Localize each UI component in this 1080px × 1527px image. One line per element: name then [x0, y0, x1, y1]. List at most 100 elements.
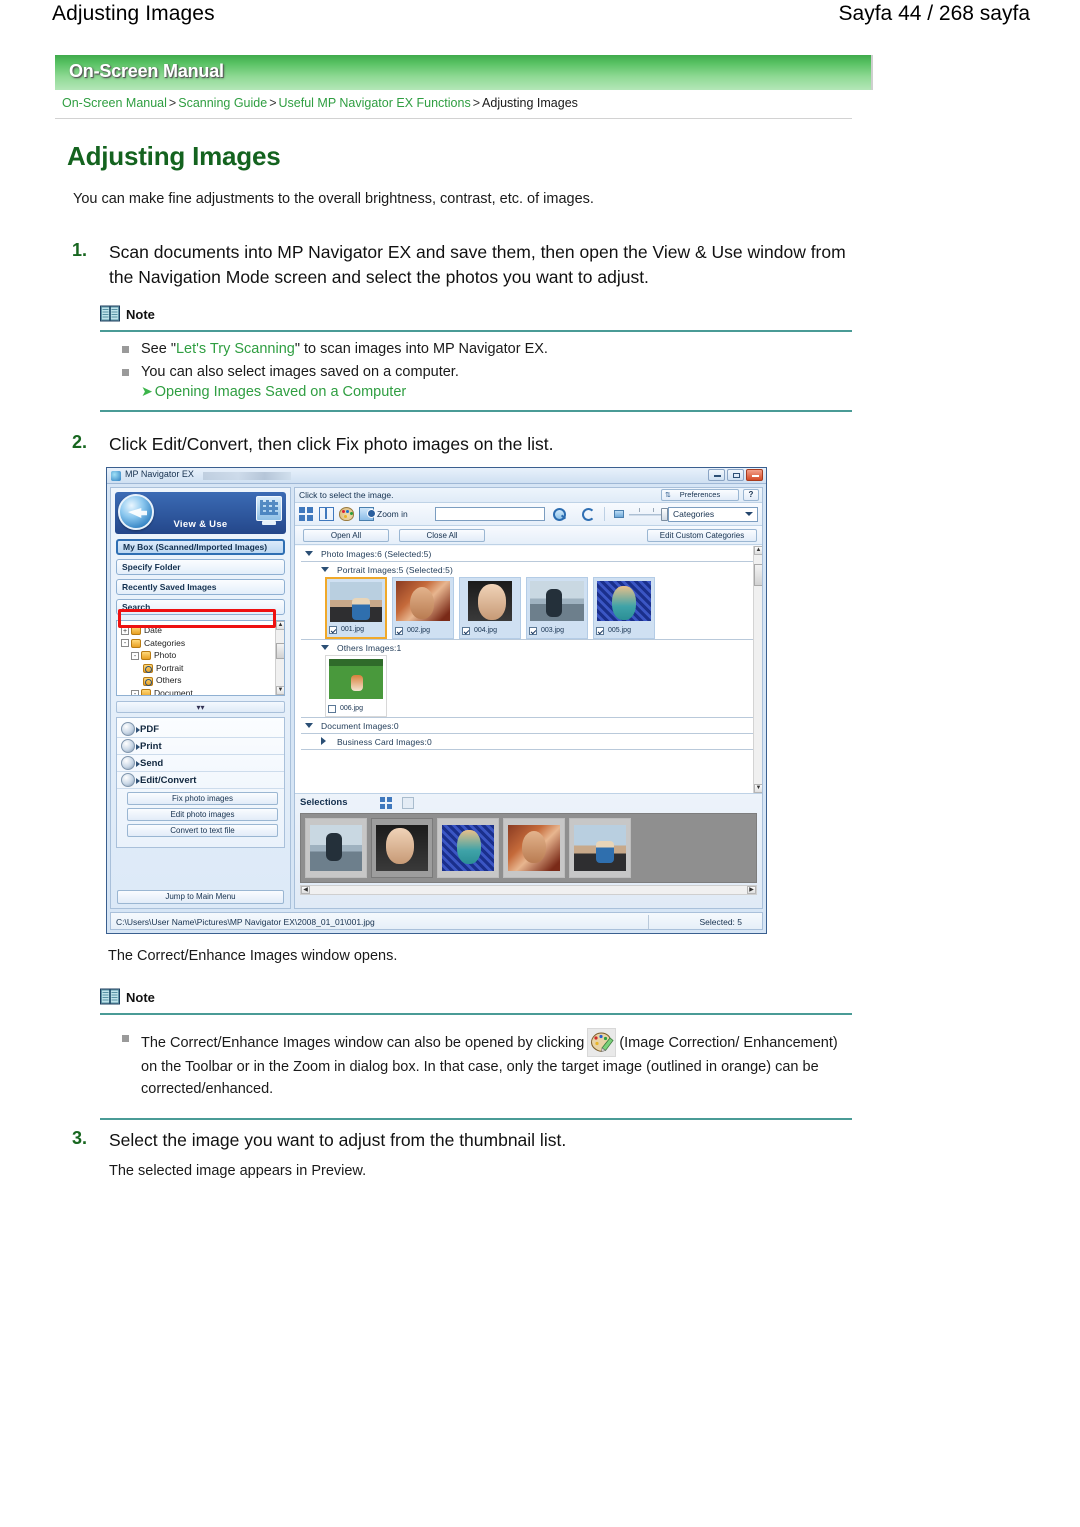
note-bullet-2: You can also select images saved on a co… [122, 362, 852, 384]
zoom-in-icon[interactable] [359, 507, 376, 521]
minimize-button[interactable] [708, 469, 725, 481]
menu-label: Print [140, 740, 162, 752]
maximize-button[interactable] [727, 469, 744, 481]
list-scrollbar[interactable]: ▲ ▼ [753, 546, 762, 793]
group-divider [301, 749, 756, 750]
breadcrumb: On-Screen Manual > Scanning Guide > Useful M… [62, 96, 862, 110]
triangle-down-icon[interactable] [321, 567, 329, 572]
breadcrumb-item-2[interactable]: Useful MP Navigator EX Functions [279, 96, 471, 110]
scroll-down-icon[interactable]: ▼ [276, 686, 284, 695]
selections-single-icon[interactable] [402, 797, 414, 809]
thumbnail-cell[interactable]: 005.jpg [593, 577, 655, 639]
small-thumbnail-icon[interactable] [613, 510, 624, 518]
close-all-button[interactable]: Close All [399, 529, 485, 542]
tree-node-document[interactable]: - Document [121, 687, 284, 695]
group-label: Portrait Images:5 (Selected:5) [337, 565, 453, 575]
nav-button-recently-saved[interactable]: Recently Saved Images [116, 579, 285, 595]
expander-icon[interactable]: - [131, 651, 139, 660]
group-row-business-card[interactable]: Business Card Images:0 [295, 734, 762, 749]
scroll-down-icon[interactable]: ▼ [754, 784, 762, 793]
sub-button-fix-photo-images[interactable]: Fix photo images [127, 792, 278, 805]
tree-node-date[interactable]: + Date [121, 624, 284, 637]
thumbnail-image [468, 581, 512, 621]
scroll-left-icon[interactable]: ◀ [301, 886, 310, 894]
mp-navigator-ex-window: MP Navigator EX View & Use My Box (Scann… [106, 467, 767, 934]
nav-button-search[interactable]: Search [116, 599, 285, 615]
sub-button-convert-to-text-file[interactable]: Convert to text file [127, 824, 278, 837]
selections-hscrollbar[interactable]: ◀ ▶ [300, 885, 757, 895]
tree-node-photo[interactable]: - Photo [121, 649, 284, 662]
categories-select[interactable]: Categories [668, 507, 758, 522]
menu-item-send[interactable]: Send [117, 755, 284, 772]
opening-images-link[interactable]: Opening Images Saved on a Computer [155, 384, 406, 400]
triangle-right-icon[interactable] [321, 737, 326, 745]
selections-label: Selections [300, 797, 348, 808]
selection-thumb[interactable] [437, 818, 499, 878]
menu-item-pdf[interactable]: PDF [117, 721, 284, 738]
preferences-button[interactable]: ⇅ Preferences [661, 489, 739, 501]
nav-button-my-box[interactable]: My Box (Scanned/Imported Images) [116, 539, 285, 555]
refresh-icon[interactable] [581, 507, 595, 521]
slider-knob[interactable] [660, 508, 668, 521]
selections-strip[interactable] [300, 813, 757, 883]
triangle-down-icon[interactable] [321, 645, 329, 650]
scroll-thumb[interactable] [276, 643, 284, 659]
page-title: Adjusting Images [52, 2, 215, 25]
thumbnail-cell[interactable]: 001.jpg [325, 577, 387, 639]
jump-to-main-menu-button[interactable]: Jump to Main Menu [117, 890, 284, 904]
group-label: Document Images:0 [321, 721, 399, 731]
group-row-document[interactable]: Document Images:0 [295, 718, 762, 733]
opening-images-link-row[interactable]: ➤ Opening Images Saved on a Computer [100, 383, 852, 407]
selection-thumb[interactable] [371, 818, 433, 878]
scroll-thumb[interactable] [754, 564, 762, 586]
selections-grid-icon[interactable] [380, 797, 393, 809]
menu-item-print[interactable]: Print [117, 738, 284, 755]
collapse-chevron-bar[interactable]: ▾▾ [116, 701, 285, 713]
scroll-up-icon[interactable]: ▲ [754, 546, 762, 555]
open-all-button[interactable]: Open All [303, 529, 389, 542]
image-correction-palette-icon[interactable] [587, 1028, 617, 1057]
category-tree[interactable]: + Date - Categories - Photo Portrait Others… [116, 620, 285, 696]
breadcrumb-item-0[interactable]: On-Screen Manual [62, 96, 167, 110]
selection-thumb[interactable] [569, 818, 631, 878]
selection-thumb[interactable] [503, 818, 565, 878]
search-magnifier-icon[interactable] [552, 507, 567, 521]
pdf-icon [121, 722, 135, 736]
expander-icon[interactable]: - [121, 639, 129, 648]
expander-icon[interactable]: + [121, 626, 129, 635]
close-button[interactable] [746, 469, 763, 481]
edit-custom-categories-button[interactable]: Edit Custom Categories [647, 529, 757, 542]
tree-node-categories[interactable]: - Categories [121, 637, 284, 650]
deselect-grid-icon[interactable] [319, 507, 334, 521]
scroll-right-icon[interactable]: ▶ [747, 886, 756, 894]
breadcrumb-item-1[interactable]: Scanning Guide [178, 96, 267, 110]
thumbnail-cell[interactable]: 004.jpg [459, 577, 521, 639]
lets-try-scanning-link[interactable]: Let's Try Scanning [176, 341, 295, 357]
group-row-others[interactable]: Others Images:1 [295, 640, 762, 655]
selection-thumb[interactable] [305, 818, 367, 878]
image-correction-palette-icon[interactable] [339, 507, 354, 521]
select-all-grid-icon[interactable] [299, 507, 314, 521]
tree-scrollbar[interactable]: ▲ ▼ [275, 621, 284, 695]
thumbnail-list[interactable]: Photo Images:6 (Selected:5) Portrait Ima… [295, 546, 762, 793]
nav-button-specify-folder[interactable]: Specify Folder [116, 559, 285, 575]
expander-icon[interactable]: - [131, 689, 139, 695]
group-row-photo[interactable]: Photo Images:6 (Selected:5) [295, 546, 762, 561]
help-button[interactable]: ? [743, 489, 759, 501]
sub-button-edit-photo-images[interactable]: Edit photo images [127, 808, 278, 821]
scroll-up-icon[interactable]: ▲ [276, 621, 284, 630]
group-row-portrait[interactable]: Portrait Images:5 (Selected:5) [295, 562, 762, 577]
window-controls[interactable] [708, 469, 763, 481]
thumbnail-filename: 005.jpg [608, 627, 631, 634]
menu-item-edit-convert[interactable]: Edit/Convert [117, 772, 284, 789]
triangle-down-icon[interactable] [305, 551, 313, 556]
tree-node-others[interactable]: Others [121, 674, 284, 687]
thumbnail-cell[interactable]: 002.jpg [392, 577, 454, 639]
thumbnail-cell[interactable]: 006.jpg [325, 655, 387, 717]
thumbnail-cell[interactable]: 003.jpg [526, 577, 588, 639]
note-bottom-rule [100, 1117, 852, 1120]
triangle-down-icon[interactable] [305, 723, 313, 728]
tree-node-portrait[interactable]: Portrait [121, 662, 284, 675]
search-input[interactable] [434, 507, 545, 521]
folder-icon [131, 626, 141, 636]
